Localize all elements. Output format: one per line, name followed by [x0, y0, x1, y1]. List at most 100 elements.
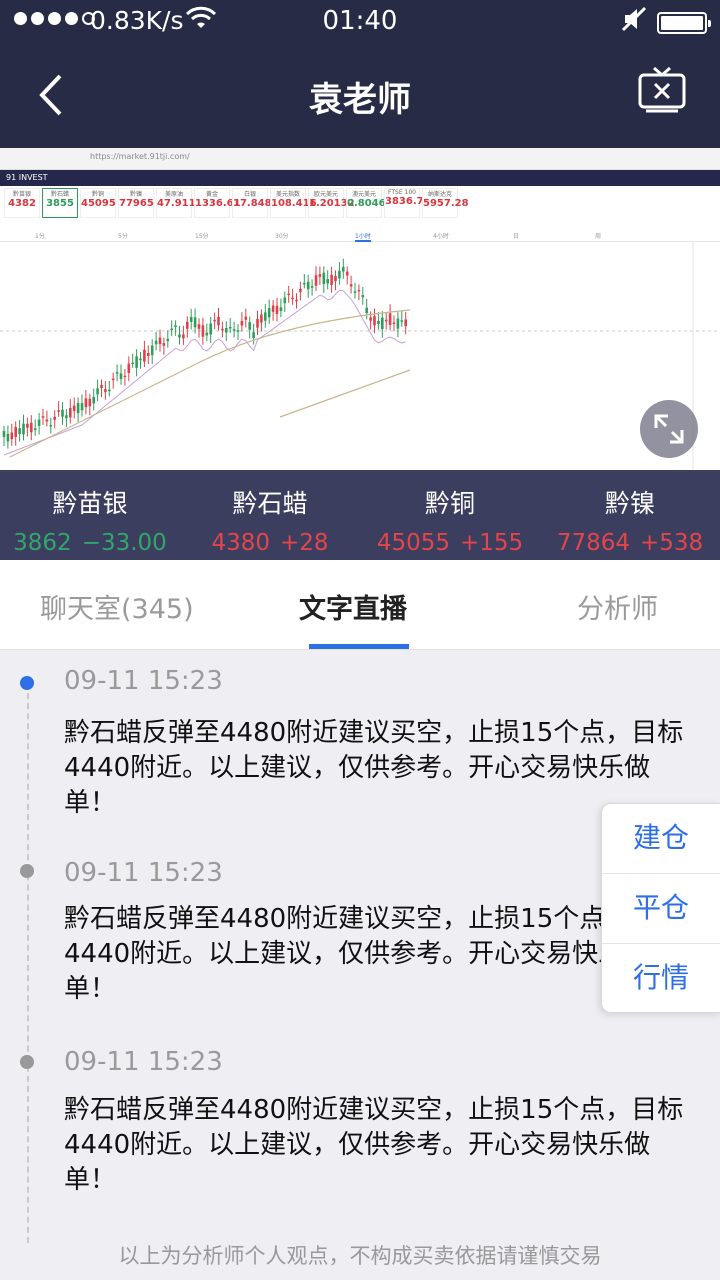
- candle-body: [209, 323, 212, 335]
- close-live-button[interactable]: [636, 64, 688, 116]
- candle-body: [318, 274, 322, 277]
- ticker-item[interactable]: 黔铜 45055 +155: [360, 470, 540, 560]
- ticker-price: 45055: [376, 530, 450, 556]
- candle-body: [295, 299, 298, 302]
- ticker-name: 黔镍: [604, 489, 655, 518]
- ticker-name: 黔石蜡: [232, 489, 308, 518]
- candle-body: [150, 345, 154, 356]
- candle-body: [353, 291, 357, 293]
- ticker-item[interactable]: 黔镍 77864 +538: [540, 470, 720, 560]
- ticker-price: 77864: [556, 530, 630, 556]
- browser-toolbar: https://market.91tji.com/: [0, 148, 720, 170]
- candle-body: [45, 419, 49, 422]
- candle-body: [10, 432, 14, 440]
- candle-body: [69, 407, 72, 418]
- period-strip: 1分 5分 15分 30分 1小时 4小时 日 周: [0, 230, 720, 242]
- candle-body: [240, 321, 244, 326]
- quote-cell: FTSE 100 3836.7: [384, 188, 424, 218]
- quote-cell-name: FTSE 100: [388, 189, 416, 196]
- quote-cell: 美元指数 108.416: [270, 188, 317, 218]
- candle-body: [225, 328, 228, 333]
- candle-body: [365, 307, 368, 314]
- candle-body: [135, 356, 138, 368]
- quote-cell-price: 0.8046: [347, 198, 386, 209]
- quote-cell-name: 澳元美元: [351, 191, 376, 198]
- candle-body: [291, 297, 294, 300]
- open-position-button[interactable]: 建仓: [602, 804, 720, 874]
- tab-text-live[interactable]: 文字直播: [299, 587, 407, 626]
- quote-cell: 黔铜 45095: [80, 188, 116, 218]
- candle-body: [345, 271, 349, 276]
- ticker-change: +28: [280, 530, 329, 556]
- quote-cell-name: 黔镍: [129, 191, 142, 198]
- quote-cell-price: 17.848: [233, 198, 272, 209]
- candle-body: [131, 362, 134, 365]
- candle-body: [158, 337, 162, 344]
- candle-body: [248, 322, 251, 330]
- timeline-dot: [20, 1055, 34, 1069]
- period-option[interactable]: 5分: [118, 231, 128, 240]
- timeline-line: [27, 683, 29, 1243]
- period-option[interactable]: 15分: [195, 231, 209, 240]
- period-option[interactable]: 1小时: [355, 231, 371, 242]
- candle-body: [61, 409, 64, 417]
- candle-body: [41, 416, 45, 418]
- candle-body: [400, 320, 404, 322]
- period-option[interactable]: 4小时: [433, 231, 449, 240]
- candle-body: [30, 422, 33, 433]
- candle-body: [252, 332, 255, 339]
- floating-trade-menu: 建仓 平仓 行情: [601, 803, 720, 1013]
- period-option[interactable]: 30分: [275, 231, 289, 240]
- tab-chatroom[interactable]: 聊天室(345): [40, 587, 194, 626]
- candle-body: [342, 266, 345, 272]
- quote-cell-name: 白银: [243, 191, 256, 198]
- quote-cell-price: 1336.61: [195, 198, 241, 209]
- candle-body: [396, 318, 400, 329]
- candle-body: [154, 340, 158, 345]
- candle-body: [228, 326, 232, 329]
- tv-close-icon: [638, 66, 686, 113]
- candle-body: [108, 389, 111, 392]
- quote-cell-name: 美原油: [164, 191, 183, 198]
- candle-body: [334, 276, 337, 282]
- chart-preview[interactable]: https://market.91tji.com/ 91 INVEST 黔苗银 4…: [0, 148, 720, 470]
- candle-body: [65, 415, 68, 419]
- tab-analyst[interactable]: 分析师: [577, 587, 658, 626]
- expand-button[interactable]: [640, 400, 698, 458]
- candle-body: [217, 316, 220, 326]
- candle-body: [369, 317, 372, 321]
- quote-cell-price: 3855: [46, 198, 74, 209]
- quote-cell-price: 77965: [119, 198, 154, 209]
- quote-cell-price: 1.20132: [309, 198, 355, 209]
- candle-body: [2, 431, 6, 437]
- candle-body: [147, 353, 150, 356]
- candle-body: [201, 325, 205, 337]
- candle-body: [53, 416, 56, 420]
- entry-time: 09-11 15:23: [64, 1047, 223, 1077]
- period-option[interactable]: 1分: [35, 231, 45, 240]
- quote-cell-price: 3836.7: [385, 196, 424, 207]
- candle-body: [361, 295, 365, 298]
- ticker-item[interactable]: 黔石蜡 4380 +28: [180, 470, 360, 560]
- candle-body: [388, 313, 392, 325]
- period-option[interactable]: 日: [513, 231, 519, 240]
- moving-average-line: [279, 369, 411, 418]
- close-position-button[interactable]: 平仓: [602, 874, 720, 944]
- timeline-dot: [20, 676, 34, 690]
- candle-body: [22, 423, 25, 435]
- candle-body: [264, 312, 267, 321]
- period-option[interactable]: 周: [595, 231, 601, 240]
- quote-cell-name: 黔石蜡: [50, 191, 69, 198]
- candle-body: [123, 375, 127, 378]
- browser-url: https://market.91tji.com/: [90, 152, 190, 161]
- candle-body: [166, 338, 170, 342]
- ticker-name: 黔铜: [424, 489, 475, 518]
- candle-body: [314, 275, 318, 286]
- market-button[interactable]: 行情: [602, 944, 720, 1014]
- ticker-name: 黔苗银: [52, 489, 128, 518]
- ticker-item[interactable]: 黔苗银 3862 −33.00: [0, 470, 180, 560]
- candle-body: [213, 319, 216, 322]
- quote-cell: 美原油 47.911: [156, 188, 196, 218]
- candle-body: [139, 358, 142, 361]
- candle-body: [186, 321, 189, 329]
